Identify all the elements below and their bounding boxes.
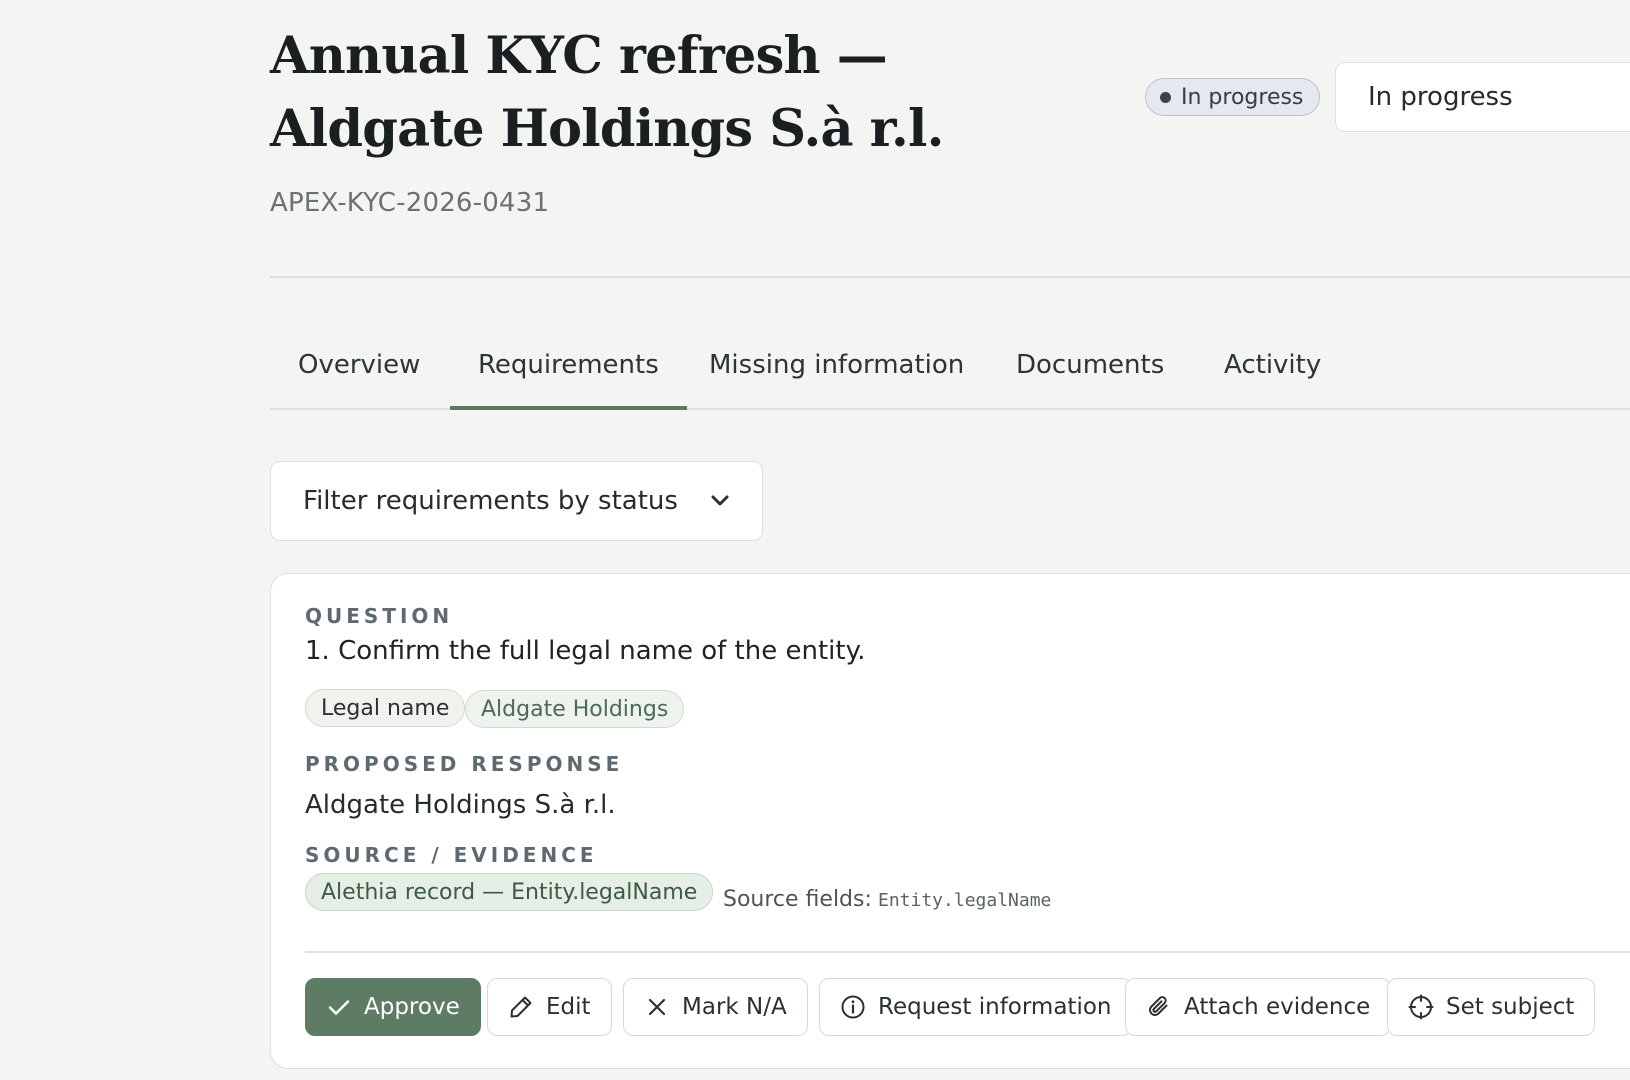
mark-na-button[interactable]: Mark N/A [623, 978, 808, 1036]
tab-bar: Overview Requirements Missing informatio… [270, 332, 1630, 410]
card-divider [305, 951, 1630, 953]
set-subject-button-label: Set subject [1446, 994, 1575, 1020]
x-icon [648, 998, 666, 1016]
tab-requirements[interactable]: Requirements [450, 332, 687, 410]
status-filter-select[interactable]: Filter requirements by status [270, 461, 763, 541]
tab-missing-information[interactable]: Missing information [681, 332, 992, 408]
status-select-value: In progress [1368, 82, 1513, 112]
approve-button[interactable]: Approve [305, 978, 481, 1036]
status-dot-icon [1160, 91, 1171, 103]
status-badge: In progress [1145, 78, 1321, 116]
info-icon [841, 995, 865, 1019]
edit-button-label: Edit [546, 994, 591, 1020]
case-page: Annual KYC refresh — Aldgate Holdings S.… [270, 0, 1630, 1080]
approve-button-label: Approve [364, 994, 460, 1020]
status-filter-value: Filter requirements by status [303, 486, 678, 516]
question-label: QUESTION [305, 604, 454, 628]
status-select[interactable]: In progress [1335, 62, 1630, 132]
request-information-button-label: Request information [878, 994, 1112, 1020]
source-fields-label: Source fields: [723, 887, 872, 912]
request-information-button[interactable]: Request information [819, 978, 1133, 1036]
tab-documents[interactable]: Documents [988, 332, 1192, 408]
proposed-response-text: Aldgate Holdings S.à r.l. [305, 790, 616, 820]
tag-chip: Aldgate Holdings [465, 690, 685, 728]
source-record-chip[interactable]: Alethia record — Entity.legalName [305, 873, 714, 911]
proposed-response-label: PROPOSED RESPONSE [305, 752, 624, 776]
check-icon [328, 1000, 350, 1015]
page-title: Annual KYC refresh — Aldgate Holdings S.… [270, 26, 944, 159]
status-badge-label: In progress [1181, 84, 1304, 110]
mark-na-button-label: Mark N/A [682, 994, 787, 1020]
tag-chip: Legal name [305, 689, 466, 727]
crosshair-icon [1408, 994, 1434, 1020]
source-fields-value: Entity.legalName [878, 890, 1052, 911]
edit-button[interactable]: Edit [487, 978, 612, 1036]
header-divider [270, 276, 1630, 278]
paperclip-icon [1149, 996, 1168, 1016]
question-text: 1. Confirm the full legal name of the en… [305, 636, 866, 666]
tab-activity[interactable]: Activity [1196, 332, 1349, 408]
pencil-icon [510, 996, 532, 1018]
attach-evidence-button[interactable]: Attach evidence [1125, 978, 1392, 1036]
case-id: APEX-KYC-2026-0431 [270, 188, 550, 218]
attach-evidence-button-label: Attach evidence [1184, 994, 1371, 1020]
chevron-down-icon [711, 495, 729, 506]
tab-overview[interactable]: Overview [270, 332, 448, 408]
set-subject-button[interactable]: Set subject [1387, 978, 1596, 1036]
requirement-card: QUESTION 1. Confirm the full legal name … [270, 573, 1630, 1069]
source-evidence-label: SOURCE / EVIDENCE [305, 843, 598, 867]
